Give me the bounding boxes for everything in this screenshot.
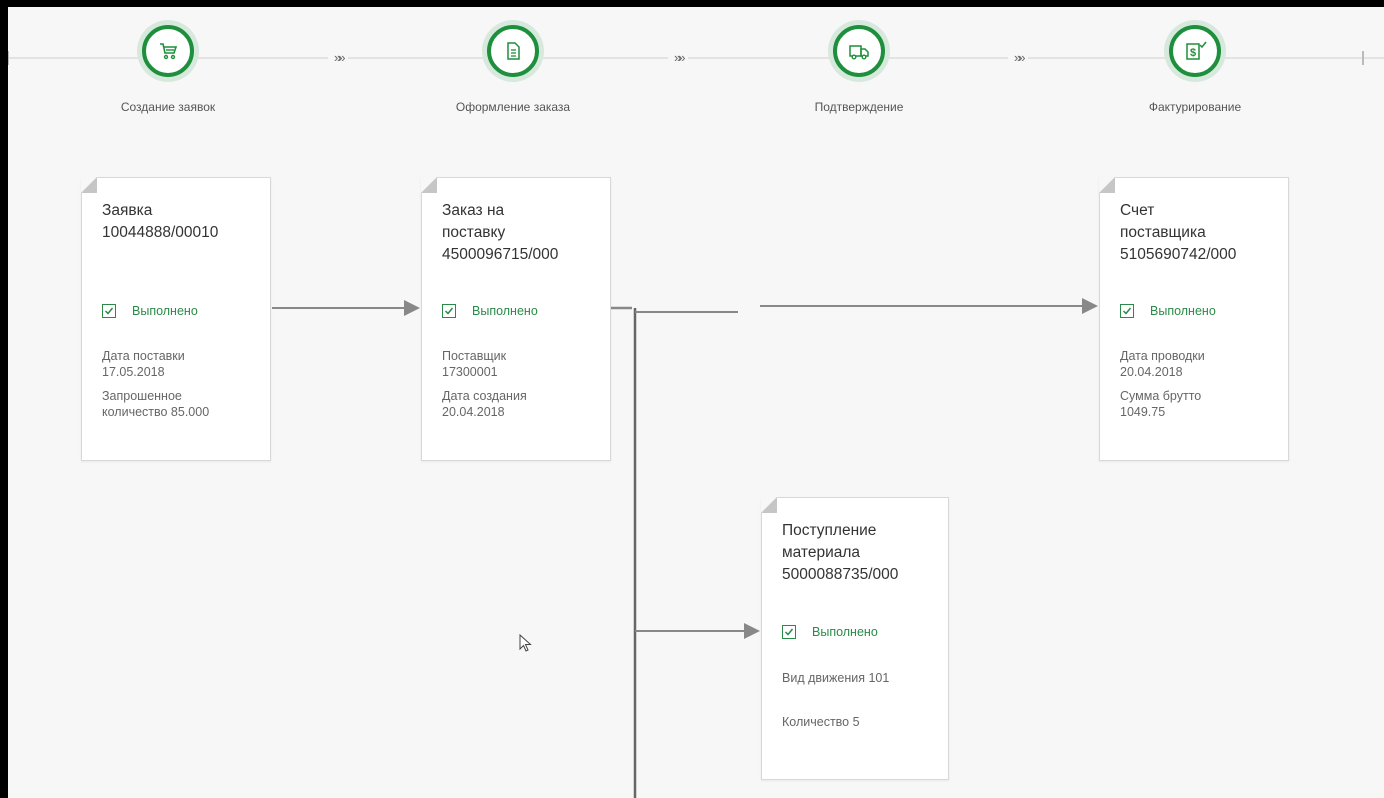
card-fields: Вид движения 101 Количество 5 xyxy=(782,670,889,738)
card-fields: Поставщик 17300001 Дата создания 20.04.2… xyxy=(442,348,527,428)
step-label: Подтверждение xyxy=(814,100,904,114)
card-corner-fold xyxy=(1099,177,1115,193)
step-separator: »» xyxy=(668,50,689,65)
status-label: Выполнено xyxy=(812,625,878,639)
card-status: Выполнено xyxy=(442,304,538,318)
field-created-date: Дата создания 20.04.2018 xyxy=(442,389,527,419)
field-quantity: Количество 5 xyxy=(782,715,860,729)
step-separator: »» xyxy=(328,50,349,65)
mouse-cursor-icon xyxy=(519,634,532,652)
step-order[interactable]: Оформление заказа xyxy=(433,20,593,114)
step-circle xyxy=(828,20,890,82)
card-goods-receipt[interactable]: Поступление материала 5000088735/000 Вып… xyxy=(761,497,949,780)
card-title: Поступление материала 5000088735/000 xyxy=(782,522,899,583)
checkmark-icon xyxy=(1120,304,1134,318)
checkmark-icon xyxy=(782,625,796,639)
field-movement-type: Вид движения 101 xyxy=(782,671,890,685)
svg-text:$: $ xyxy=(1190,47,1196,59)
field-supplier: Поставщик 17300001 xyxy=(442,349,507,379)
card-title: Заказ на поставку 4500096715/000 xyxy=(442,202,559,263)
card-title: Заявка 10044888/00010 xyxy=(102,202,219,241)
card-fields: Дата проводки 20.04.2018 Сумма брутто 10… xyxy=(1120,348,1205,428)
card-fields: Дата поставки 17.05.2018 Запрошенное кол… xyxy=(102,348,209,428)
document-form-icon xyxy=(507,42,520,60)
field-delivery-date: Дата поставки 17.05.2018 xyxy=(102,349,185,379)
invoice-dollar-icon: $ xyxy=(1186,41,1207,60)
field-requested-qty: Запрошенное количество 85.000 xyxy=(102,389,210,419)
card-status: Выполнено xyxy=(102,304,198,318)
card-corner-fold xyxy=(421,177,437,193)
field-posting-date: Дата проводки 20.04.2018 xyxy=(1120,349,1205,379)
card-status: Выполнено xyxy=(782,625,878,639)
step-label: Создание заявок xyxy=(120,100,216,114)
step-label: Оформление заказа xyxy=(455,100,571,114)
status-label: Выполнено xyxy=(132,304,198,318)
card-requisition[interactable]: Заявка 10044888/00010 Выполнено Дата пос… xyxy=(81,177,271,461)
process-flow-canvas: »» »» »» Создание заявок Оформление зака… xyxy=(8,7,1384,798)
checkmark-icon xyxy=(442,304,456,318)
step-circle xyxy=(137,20,199,82)
step-requisition[interactable]: Создание заявок xyxy=(88,20,248,114)
card-corner-fold xyxy=(81,177,97,193)
step-separator: »» xyxy=(1008,50,1029,65)
step-confirmation[interactable]: Подтверждение xyxy=(779,20,939,114)
checkmark-icon xyxy=(102,304,116,318)
step-circle xyxy=(482,20,544,82)
cart-icon xyxy=(160,43,178,60)
card-status: Выполнено xyxy=(1120,304,1216,318)
status-label: Выполнено xyxy=(1150,304,1216,318)
card-purchase-order[interactable]: Заказ на поставку 4500096715/000 Выполне… xyxy=(421,177,611,461)
status-label: Выполнено xyxy=(472,304,538,318)
field-gross-amount: Сумма брутто 1049.75 xyxy=(1120,389,1202,419)
card-supplier-invoice[interactable]: Счет поставщика 5105690742/000 Выполнено… xyxy=(1099,177,1289,461)
step-label: Фактурирование xyxy=(1148,100,1242,114)
card-title: Счет поставщика 5105690742/000 xyxy=(1120,202,1237,263)
step-invoicing[interactable]: $ Фактурирование xyxy=(1115,20,1275,114)
step-circle: $ xyxy=(1164,20,1226,82)
card-corner-fold xyxy=(761,497,777,513)
truck-icon xyxy=(849,45,869,60)
